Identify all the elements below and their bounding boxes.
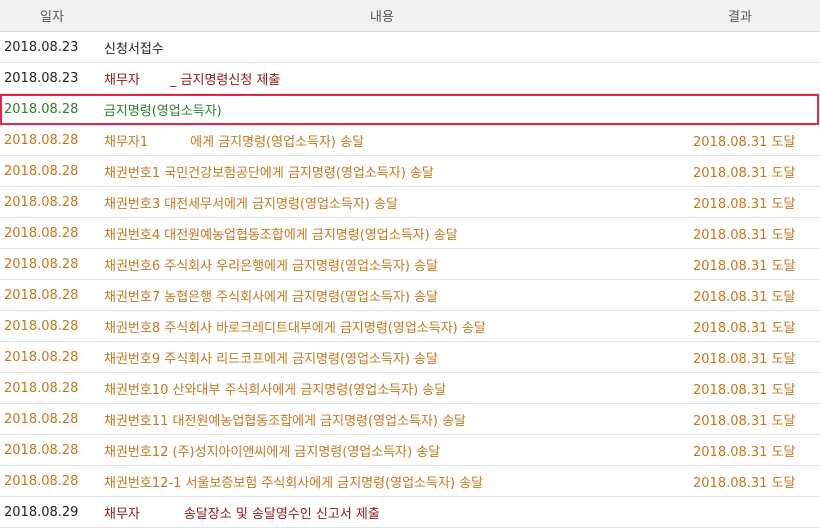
row-date: 2018.08.28 — [4, 318, 79, 334]
table-row: 2018.08.28 채권번호7 농협은행 주식회사에게 금지명령(영업소득자)… — [0, 280, 820, 311]
row-date: 2018.08.28 — [4, 442, 79, 458]
row-content-text: 에게 금지명령(영업소득자) 송달 — [190, 134, 365, 150]
row-content-text: 채권번호8 주식회사 바로크레디트대부에게 금지명령(영업소득자) 송달 — [104, 320, 486, 336]
row-content: 채권번호7 농협은행 주식회사에게 금지명령(영업소득자) 송달 — [104, 286, 660, 305]
row-content-text: 채권번호1 국민건강보험공단에게 금지명령(영업소득자) 송달 — [104, 165, 434, 181]
row-result: 2018.08.31 도달 — [693, 134, 796, 150]
row-date: 2018.08.28 — [4, 473, 79, 489]
row-date: 2018.08.28 — [4, 287, 79, 303]
row-content-text: 금지명령(영업소득자) — [103, 104, 222, 119]
row-content: 채무자 _ 금지명령신청 제출 — [104, 69, 660, 88]
table-row: 2018.08.28 채권번호4 대전원예농업협동조합에게 금지명령(영업소득자… — [0, 218, 820, 249]
row-date: 2018.08.23 — [4, 39, 79, 55]
row-content-text: 채권번호10 산와대부 주식회사에게 금지명령(영업소득자) 송달 — [104, 382, 447, 398]
table-row: 2018.08.28 채권번호1 국민건강보험공단에게 금지명령(영업소득자) … — [0, 156, 820, 187]
row-content-text: 송달장소 및 송달영수인 신고서 제출 — [183, 506, 380, 522]
row-content-text: 채권번호12-1 서울보증보험 주식회사에게 금지명령(영업소득자) 송달 — [104, 475, 484, 491]
table-row: 2018.08.28 채권번호6 주식회사 우리은행에게 금지명령(영업소득자)… — [0, 249, 820, 280]
row-content-text: 채권번호7 농협은행 주식회사에게 금지명령(영업소득자) 송달 — [104, 289, 438, 305]
row-content: 채권번호4 대전원예농업협동조합에게 금지명령(영업소득자) 송달 — [104, 224, 660, 243]
row-result: 2018.08.31 도달 — [693, 289, 796, 305]
row-content: 채권번호11 대전원예농업협동조합에게 금지명령(영업소득자) 송달 — [104, 410, 660, 429]
row-content-text: 채권번호6 주식회사 우리은행에게 금지명령(영업소득자) 송달 — [104, 258, 438, 274]
row-result: 2018.08.31 도달 — [693, 413, 796, 429]
row-content: 채권번호1 국민건강보험공단에게 금지명령(영업소득자) 송달 — [104, 162, 660, 181]
row-content-party: 채무자1 — [104, 134, 149, 150]
row-content: 금지명령(영업소득자) — [104, 100, 659, 119]
row-content-text: 신청서접수 — [104, 41, 164, 57]
row-content-text: 채권번호12 (주)성지아이앤씨에게 금지명령(영업소득자) 송달 — [104, 444, 441, 460]
row-date: 2018.08.28 — [4, 411, 79, 427]
row-result: 2018.08.31 도달 — [693, 382, 796, 398]
row-content-text: 채권번호3 대전세무서에게 금지명령(영업소득자) 송달 — [104, 196, 398, 212]
row-content-party: 채무자 — [104, 506, 140, 522]
row-date: 2018.08.28 — [4, 163, 79, 179]
table-row: 2018.08.23 신청서접수 — [0, 32, 820, 63]
table-row: 2018.08.29 채무자 송달장소 및 송달영수인 신고서 제출 — [0, 497, 820, 528]
row-date: 2018.08.28 — [4, 102, 79, 117]
header-date: 일자 — [40, 10, 64, 25]
row-content: 신청서접수 — [104, 38, 660, 57]
row-date: 2018.08.28 — [4, 349, 79, 365]
row-content: 채권번호8 주식회사 바로크레디트대부에게 금지명령(영업소득자) 송달 — [104, 317, 660, 336]
row-content: 채권번호12 (주)성지아이앤씨에게 금지명령(영업소득자) 송달 — [104, 441, 660, 460]
row-date: 2018.08.29 — [4, 504, 79, 520]
row-result: 2018.08.31 도달 — [693, 475, 796, 491]
table-row: 2018.08.28 채권번호10 산와대부 주식회사에게 금지명령(영업소득자… — [0, 373, 820, 404]
row-content: 채권번호9 주식회사 리드코프에게 금지명령(영업소득자) 송달 — [104, 348, 660, 367]
row-result: 2018.08.31 도달 — [693, 258, 796, 274]
row-result: 2018.08.31 도달 — [693, 165, 796, 181]
row-date: 2018.08.28 — [4, 194, 79, 210]
header-result: 결과 — [728, 10, 752, 25]
row-date: 2018.08.28 — [4, 380, 79, 396]
row-date: 2018.08.23 — [4, 70, 79, 86]
table-row: 2018.08.28 채권번호11 대전원예농업협동조합에게 금지명령(영업소득… — [0, 404, 820, 435]
row-result: 2018.08.31 도달 — [693, 320, 796, 336]
row-content: 채무자 송달장소 및 송달영수인 신고서 제출 — [104, 503, 660, 522]
row-content-party: 채무자 — [104, 72, 140, 88]
row-date: 2018.08.28 — [4, 256, 79, 272]
case-history-table: 일자 내용 결과 2018.08.23 신청서접수 2018.08.23 채무자… — [0, 0, 820, 528]
row-content: 채권번호3 대전세무서에게 금지명령(영업소득자) 송달 — [104, 193, 660, 212]
row-date: 2018.08.28 — [4, 225, 79, 241]
row-content: 채권번호10 산와대부 주식회사에게 금지명령(영업소득자) 송달 — [104, 379, 660, 398]
row-date: 2018.08.28 — [4, 132, 79, 148]
header-content: 내용 — [370, 10, 394, 25]
row-content-text: _ 금지명령신청 제출 — [169, 72, 281, 88]
table-header: 일자 내용 결과 — [0, 0, 820, 32]
table-row: 2018.08.28 채권번호8 주식회사 바로크레디트대부에게 금지명령(영업… — [0, 311, 820, 342]
row-result: 2018.08.31 도달 — [693, 351, 796, 367]
table-row: 2018.08.28 채권번호3 대전세무서에게 금지명령(영업소득자) 송달 … — [0, 187, 820, 218]
row-content-text: 채권번호4 대전원예농업협동조합에게 금지명령(영업소득자) 송달 — [104, 227, 458, 243]
row-content-text: 채권번호9 주식회사 리드코프에게 금지명령(영업소득자) 송달 — [104, 351, 438, 367]
row-content: 채무자1 에게 금지명령(영업소득자) 송달 — [104, 131, 660, 150]
row-content: 채권번호12-1 서울보증보험 주식회사에게 금지명령(영업소득자) 송달 — [104, 472, 660, 491]
row-result: 2018.08.31 도달 — [693, 444, 796, 460]
table-row: 2018.08.28 채권번호9 주식회사 리드코프에게 금지명령(영업소득자)… — [0, 342, 820, 373]
table-row: 2018.08.23 채무자 _ 금지명령신청 제출 — [0, 63, 820, 94]
row-content: 채권번호6 주식회사 우리은행에게 금지명령(영업소득자) 송달 — [104, 255, 660, 274]
row-result: 2018.08.31 도달 — [693, 227, 796, 243]
row-result: 2018.08.31 도달 — [693, 196, 796, 212]
table-row: 2018.08.28 채무자1 에게 금지명령(영업소득자) 송달 2018.08… — [0, 125, 820, 156]
row-content-text: 채권번호11 대전원예농업협동조합에게 금지명령(영업소득자) 송달 — [104, 413, 467, 429]
table-row: 2018.08.28 채권번호12-1 서울보증보험 주식회사에게 금지명령(영… — [0, 466, 820, 497]
table-row-highlighted[interactable]: 2018.08.28 금지명령(영업소득자) — [0, 94, 819, 125]
table-row: 2018.08.28 채권번호12 (주)성지아이앤씨에게 금지명령(영업소득자… — [0, 435, 820, 466]
